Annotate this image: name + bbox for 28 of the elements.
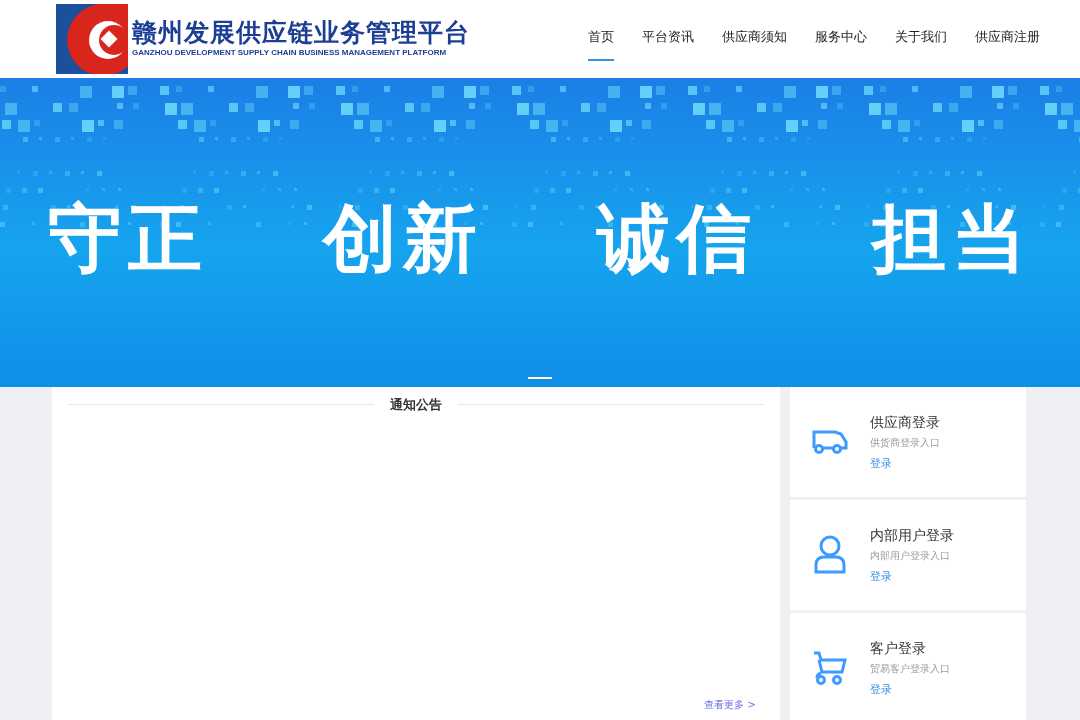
- login-title: 供应商登录: [870, 412, 940, 432]
- truck-icon: [811, 428, 849, 456]
- nav-tab[interactable]: 平台资讯: [642, 17, 694, 61]
- login-title: 内部用户登录: [870, 525, 954, 545]
- site-title: 赣州发展供应链业务管理平台: [132, 19, 470, 47]
- nav-tab[interactable]: 关于我们: [895, 17, 947, 61]
- nav-tab[interactable]: 供应商注册: [975, 17, 1040, 61]
- login-link[interactable]: 登录: [870, 568, 954, 586]
- person-icon: [813, 535, 847, 575]
- nav-tab[interactable]: 服务中心: [815, 17, 867, 61]
- section-title: 通知公告: [390, 396, 442, 414]
- cart-icon: [813, 650, 847, 686]
- login-subtitle: 内部用户登录入口: [870, 548, 951, 563]
- login-link[interactable]: 登录: [870, 455, 940, 473]
- nav-tab[interactable]: 供应商须知: [722, 17, 787, 61]
- login-subtitle: 供货商登录入口: [870, 435, 940, 450]
- nav-tab[interactable]: 首页: [588, 17, 614, 61]
- view-more-link[interactable]: 查看更多 >: [704, 697, 756, 712]
- slogan-text: 守正: [48, 200, 208, 275]
- logo-icon: [56, 4, 128, 74]
- login-link[interactable]: 登录: [870, 681, 950, 699]
- carousel-indicator[interactable]: [528, 377, 552, 379]
- login-subtitle: 贸易客户登录入口: [870, 661, 950, 676]
- slogan-text: 担当: [871, 200, 1032, 275]
- site-subtitle: GANZHOU DEVELOPMENT SUPPLY CHAIN BUSINESS MANAGEMENT PLATFORM: [132, 46, 448, 59]
- slogan-text: 创新: [322, 200, 483, 275]
- slogan-text: 诚信: [597, 200, 758, 275]
- login-title: 客户登录: [870, 638, 927, 658]
